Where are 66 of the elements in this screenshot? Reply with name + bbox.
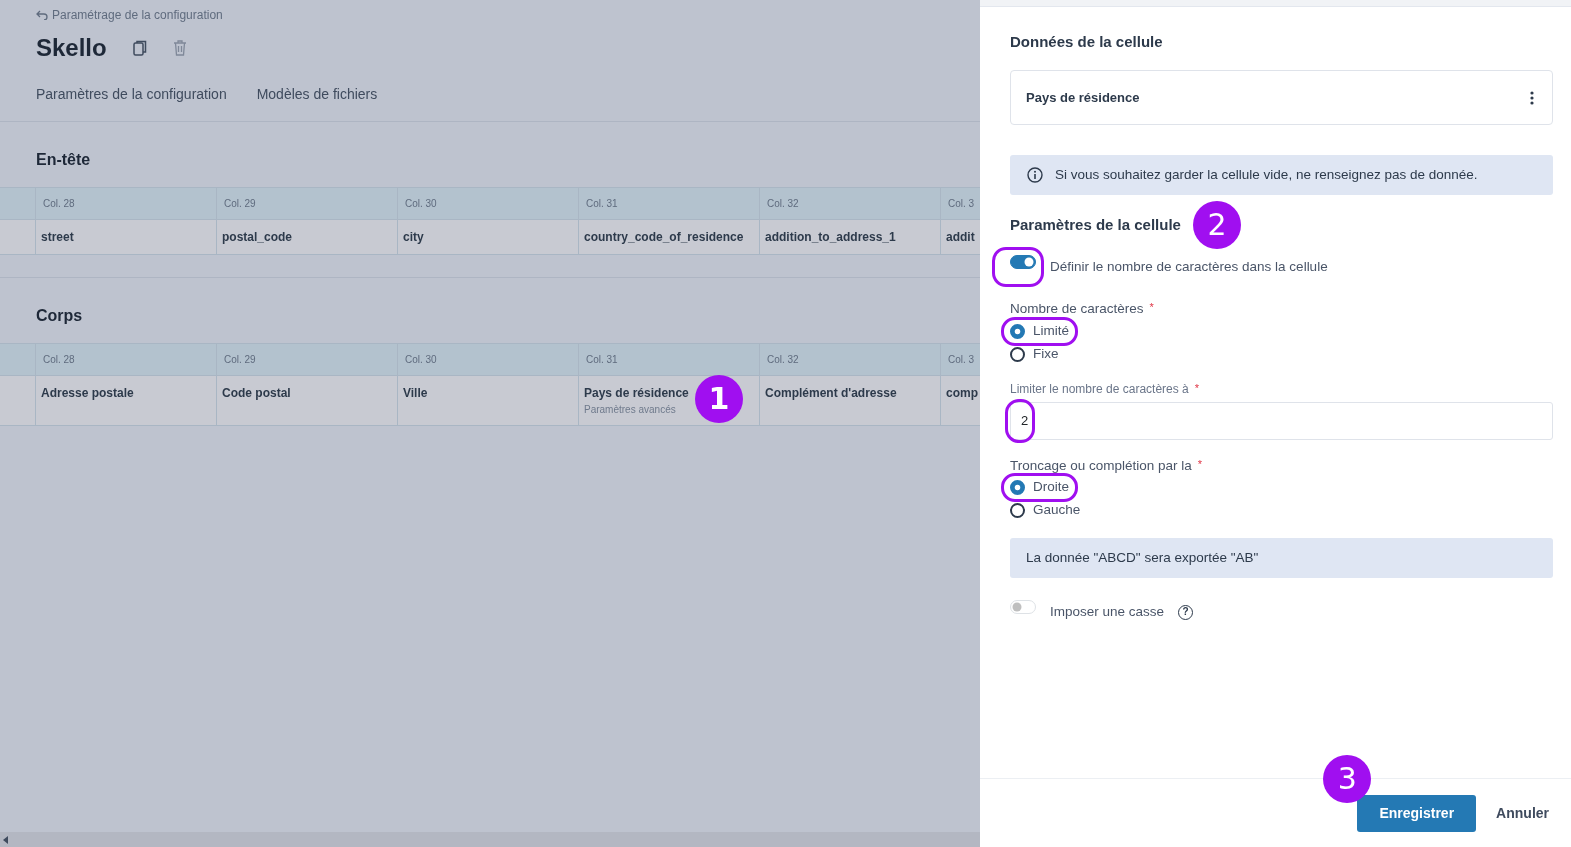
radio-button[interactable] <box>1010 346 1025 362</box>
panel-section-title: Données de la cellule <box>1010 33 1164 51</box>
field-label: Limiter le nombre de caractères à <box>1010 381 1189 396</box>
radio-label[interactable]: Droite <box>1033 477 1069 498</box>
column-header: Col. 31 <box>578 342 759 376</box>
annotation-marker: 3 <box>1323 754 1372 803</box>
radio-button[interactable] <box>1010 323 1025 339</box>
table-cell[interactable]: comp <box>940 375 980 426</box>
panel-section-title: Paramètres de la cellule <box>1010 216 1181 235</box>
tab-link[interactable]: Modèles de fichiers <box>256 83 378 105</box>
scroll-left-icon[interactable] <box>3 835 8 844</box>
section-title: Corps <box>35 305 84 326</box>
required-mark: * <box>1194 381 1200 394</box>
switch-label[interactable]: Imposer une casse <box>1050 601 1165 623</box>
horizontal-scrollbar[interactable] <box>0 832 980 847</box>
radio-label[interactable]: Fixe <box>1033 343 1059 365</box>
column-header: Col. 28 <box>35 342 216 376</box>
column-header: Col. 3 <box>940 186 980 220</box>
page-title: Skello <box>36 32 107 63</box>
toggle-switch[interactable] <box>1010 255 1036 270</box>
radio-label[interactable]: Gauche <box>1033 500 1081 521</box>
column-header: Col. 3 <box>940 342 980 376</box>
column-header: Col. 32 <box>759 186 940 220</box>
table-cell[interactable]: street <box>35 219 216 255</box>
column-header: Col. 32 <box>759 342 940 376</box>
section-title: En-tête <box>35 149 92 170</box>
tab-link[interactable]: Paramètres de la configuration <box>36 83 227 105</box>
table-cell[interactable]: city <box>397 219 578 255</box>
info-text: Si vous souhaitez garder la cellule vide, ne renseignez pas de donnée. <box>1055 166 1478 184</box>
radio-button[interactable] <box>1010 502 1025 518</box>
back-arrow-icon <box>36 10 48 20</box>
cell-text: Pays de résidence <box>584 385 689 400</box>
table-cell[interactable]: Code postal <box>216 375 397 426</box>
cancel-button[interactable]: Annuler <box>1490 801 1555 825</box>
table-cell[interactable]: Ville <box>397 375 578 426</box>
info-icon <box>1027 167 1043 184</box>
save-button[interactable]: Enregistrer <box>1357 794 1477 832</box>
column-header: Col. 29 <box>216 186 397 220</box>
table-cell[interactable]: country_code_of_residence <box>578 219 759 255</box>
column-header: Col. 30 <box>397 342 578 376</box>
kebab-menu-icon[interactable] <box>1530 90 1534 105</box>
column-header: Col. 29 <box>216 342 397 376</box>
table-cell[interactable]: Adresse postale <box>35 375 216 426</box>
radio-label[interactable]: Limité <box>1033 320 1069 342</box>
table-cell[interactable]: addition_to_address_1 <box>759 219 940 255</box>
column-header: Col. 31 <box>578 186 759 220</box>
copy-icon[interactable] <box>132 39 147 56</box>
switch-label[interactable]: Définir le nombre de caractères dans la cellule <box>1050 257 1328 278</box>
table-cell[interactable]: postal_code <box>216 219 397 255</box>
table-cell[interactable]: addit <box>940 219 980 255</box>
radio-button[interactable] <box>1010 479 1025 495</box>
required-mark: * <box>1149 301 1154 314</box>
cell-subtext: Paramètres avancés <box>584 402 677 417</box>
field-label-text: Nombre de caractères <box>1010 301 1144 317</box>
column-header: Col. 28 <box>35 186 216 220</box>
annotation-marker: 1 <box>695 374 743 423</box>
table-cell[interactable]: Pays de résidence Paramètres avancés 1 <box>578 375 759 426</box>
required-mark: * <box>1197 457 1203 470</box>
number-input-field[interactable]: 2 <box>1010 401 1553 440</box>
example-note: La donnée "ABCD" sera exportée "AB" <box>1010 537 1553 578</box>
column-header: Col. 30 <box>397 186 578 220</box>
data-card[interactable]: Pays de résidence <box>1010 70 1553 125</box>
field-label-text: Troncage ou complétion par la <box>1010 457 1192 473</box>
table-cell[interactable]: Complément d'adresse <box>759 375 940 426</box>
annotation-marker: 2 <box>1192 201 1241 250</box>
data-value: Pays de résidence <box>1026 88 1140 107</box>
